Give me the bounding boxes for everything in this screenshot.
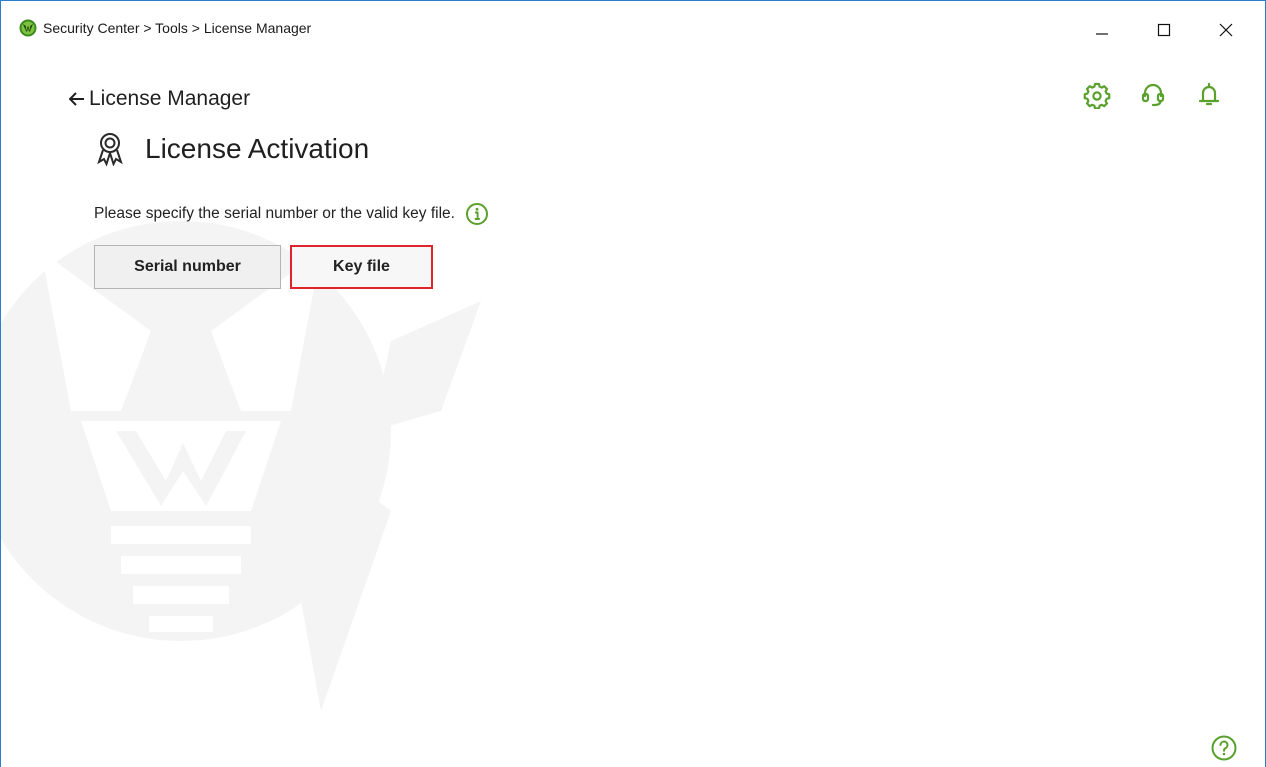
page-title: License Activation <box>145 133 370 164</box>
maximize-button[interactable] <box>1149 15 1179 45</box>
settings-button[interactable] <box>1082 79 1112 110</box>
arrow-left-icon <box>69 92 84 106</box>
app-logo-icon: W <box>19 19 37 37</box>
gear-icon <box>1083 82 1111 110</box>
back-link[interactable]: License Manager <box>69 86 250 112</box>
serial-number-button[interactable]: Serial number <box>94 245 281 289</box>
window-title: Security Center > Tools > License Manage… <box>43 20 312 36</box>
app-window: W Security Center > Tools > License Mana… <box>0 0 1266 767</box>
back-link-label: License Manager <box>89 87 251 110</box>
svg-text:W: W <box>25 27 32 34</box>
description-row: Please specify the serial number or the … <box>94 201 489 227</box>
certificate-icon <box>97 133 123 166</box>
notifications-button[interactable] <box>1194 79 1224 109</box>
key-file-button[interactable]: Key file <box>290 245 433 289</box>
support-button[interactable] <box>1138 79 1168 109</box>
help-icon[interactable] <box>1210 734 1238 762</box>
headset-icon <box>1141 83 1165 107</box>
bell-icon <box>1198 82 1220 106</box>
close-button[interactable] <box>1211 15 1241 45</box>
maximize-icon <box>1157 23 1171 37</box>
close-icon <box>1219 23 1233 37</box>
info-icon[interactable] <box>465 202 489 226</box>
page-heading: License Activation <box>97 131 369 167</box>
title-bar: W Security Center > Tools > License Mana… <box>1 1 1265 59</box>
minimize-button[interactable] <box>1087 15 1117 45</box>
minimize-icon <box>1096 33 1108 35</box>
description-text: Please specify the serial number or the … <box>94 205 455 222</box>
